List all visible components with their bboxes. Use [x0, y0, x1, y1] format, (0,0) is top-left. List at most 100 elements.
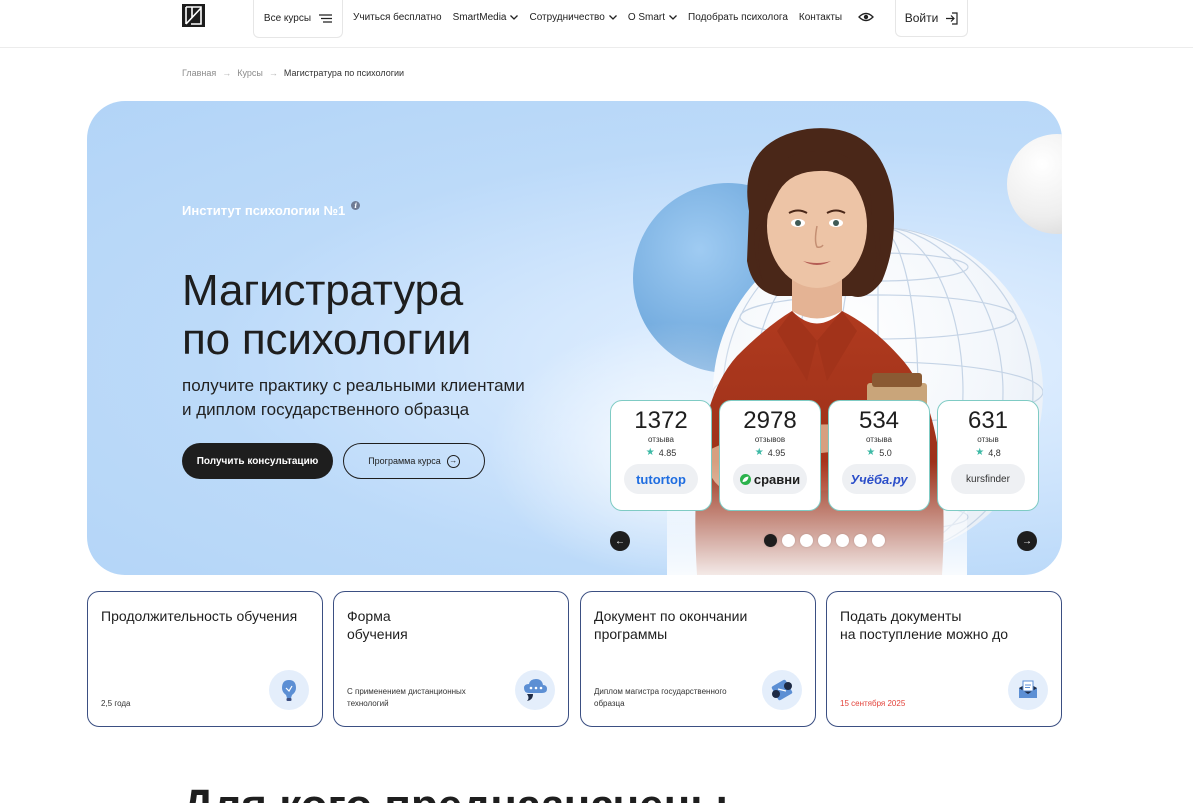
review-card-ucheba[interactable]: 534 отзыва ★ 5.0 Учёба.ру	[828, 400, 930, 511]
info-card-value-line: 2,5 года	[101, 699, 131, 708]
carousel-dot[interactable]	[836, 534, 849, 547]
review-rating: ★ 4,8	[938, 447, 1038, 458]
info-card-title: Продолжительность обучения	[101, 607, 297, 625]
star-icon: ★	[645, 447, 655, 458]
review-rating: ★ 4.95	[720, 447, 820, 458]
hero-eyebrow-text: Институт психологии №1	[182, 203, 346, 218]
info-card-value-line: технологий	[347, 699, 389, 708]
kursfinder-logo: kursfinder	[951, 464, 1025, 494]
review-card-tutortop[interactable]: 1372 отзыва ★ 4.85 tutortop	[610, 400, 712, 511]
carousel-dot[interactable]	[782, 534, 795, 547]
info-card-title-line: программы	[594, 626, 668, 642]
eye-icon[interactable]	[858, 10, 874, 24]
info-card-title-line: обучения	[347, 626, 408, 642]
nav-item-label: Подобрать психолога	[688, 11, 788, 23]
login-label: Войти	[904, 11, 939, 25]
info-card-title-line: Документ по окончании	[594, 608, 748, 624]
info-card-title-line: Подать документы	[840, 608, 962, 624]
course-program-button[interactable]: Программа курса →	[343, 443, 485, 479]
hero-title-line: Магистратура	[182, 266, 464, 315]
breadcrumb-home[interactable]: Главная	[182, 68, 216, 78]
review-rating: ★ 5.0	[829, 447, 929, 458]
menu-icon	[319, 14, 333, 23]
review-count-label: отзыва	[648, 435, 674, 444]
nav-item-label: Учиться бесплатно	[353, 11, 442, 23]
sravni-leaf-icon	[739, 473, 751, 485]
button-label: Программа курса	[368, 456, 441, 466]
nav-find-psychologist[interactable]: Подобрать психолога	[688, 12, 788, 23]
carousel-prev-button[interactable]: ←	[610, 531, 630, 551]
carousel-dot-active[interactable]	[764, 534, 777, 547]
nav-item-label: О Smart	[627, 11, 666, 23]
hero-banner: Институт психологии №1 i Магистратура по…	[87, 101, 1062, 575]
info-card-value: 15 сентября 2025	[840, 698, 1000, 710]
nav-item-label: SmartMedia	[452, 11, 507, 23]
star-icon: ★	[754, 447, 764, 458]
review-rating-value: 4.85	[658, 447, 677, 458]
carousel-dots	[764, 534, 885, 547]
chat-cloud-icon	[515, 670, 555, 710]
carousel-dot[interactable]	[854, 534, 867, 547]
breadcrumb: Главная → Курсы → Магистратура по психол…	[182, 68, 404, 78]
breadcrumb-separator: →	[222, 68, 232, 78]
all-courses-button[interactable]: Все курсы	[253, 0, 343, 38]
hero-eyebrow: Институт психологии №1 i	[182, 201, 361, 218]
breadcrumb-courses[interactable]: Курсы	[237, 68, 263, 78]
review-card-kursfinder[interactable]: 631 отзыв ★ 4,8 kursfinder	[937, 400, 1039, 511]
carousel-dot[interactable]	[818, 534, 831, 547]
chevron-down-icon	[608, 14, 617, 20]
review-rating: ★ 4.85	[611, 447, 711, 458]
review-count: 1372	[634, 407, 688, 434]
review-count-label: отзыва	[866, 435, 892, 444]
decorative-white-sphere	[1007, 134, 1062, 234]
nav-smartmedia[interactable]: SmartMedia	[453, 12, 519, 23]
info-card-deadline: Подать документы на поступление можно до…	[826, 591, 1062, 727]
nav-learn-free[interactable]: Учиться бесплатно	[353, 12, 442, 23]
chevron-down-icon	[669, 14, 678, 20]
info-icon[interactable]: i	[351, 201, 361, 210]
info-card-title-line: Продолжительность обучения	[101, 608, 298, 624]
carousel-dot[interactable]	[800, 534, 813, 547]
breadcrumb-separator: →	[268, 68, 278, 78]
sravni-logo-text: сравни	[753, 471, 801, 487]
info-card-title-line: на поступление можно до	[840, 626, 1009, 642]
info-card-value-line: образца	[594, 699, 625, 708]
login-button[interactable]: Войти	[895, 0, 968, 37]
review-rating-value: 5.0	[879, 447, 892, 458]
info-card-title: Форма обучения	[347, 607, 408, 643]
carousel-dot[interactable]	[872, 534, 885, 547]
review-rating-value: 4.95	[767, 447, 786, 458]
login-icon	[946, 11, 958, 25]
section-heading: Для кого предназначены	[182, 781, 728, 803]
review-count: 631	[967, 407, 1009, 434]
carousel-next-button[interactable]: →	[1017, 531, 1037, 551]
review-count-label: отзыв	[977, 435, 999, 444]
review-count: 2978	[743, 407, 797, 434]
nav-about-smart[interactable]: О Smart	[627, 11, 678, 23]
review-card-sravni[interactable]: 2978 отзывов ★ 4.95 сравни	[719, 400, 821, 511]
info-card-value-line: 15 сентября 2025	[840, 699, 906, 708]
hero-subtitle: получите практику с реальными клиентами …	[182, 374, 525, 422]
main-nav: Учиться бесплатно SmartMedia Сотрудничес…	[353, 0, 853, 34]
breadcrumb-current: Магистратура по психологии	[283, 68, 405, 78]
get-consultation-button[interactable]: Получить консультацию	[182, 443, 333, 479]
info-card-value-line: С применением дистанционных	[347, 687, 466, 696]
smart-logo[interactable]	[182, 4, 205, 27]
review-count-label: отзывов	[754, 435, 786, 444]
nav-contacts[interactable]: Контакты	[799, 12, 842, 23]
info-card-duration: Продолжительность обучения 2,5 года	[87, 591, 323, 727]
nav-cooperation[interactable]: Сотрудничество	[529, 12, 617, 23]
info-card-document: Документ по окончании программы Диплом м…	[580, 591, 816, 727]
review-rating-value: 4,8	[988, 447, 1001, 458]
hero-title-line: по психологии	[182, 315, 472, 364]
sravni-logo: сравни	[733, 464, 807, 494]
info-card-value: 2,5 года	[101, 698, 261, 710]
chevron-down-icon	[510, 14, 519, 20]
mailbox-icon	[1008, 670, 1048, 710]
review-count: 534	[858, 407, 900, 434]
light-bulb-icon	[269, 670, 309, 710]
site-header: Все курсы Учиться бесплатно SmartMedia С…	[0, 0, 1193, 48]
hero-subtitle-line: и диплом государственного образца	[182, 400, 470, 419]
info-card-title-line: Форма	[347, 608, 391, 624]
all-courses-label: Все курсы	[263, 13, 312, 24]
